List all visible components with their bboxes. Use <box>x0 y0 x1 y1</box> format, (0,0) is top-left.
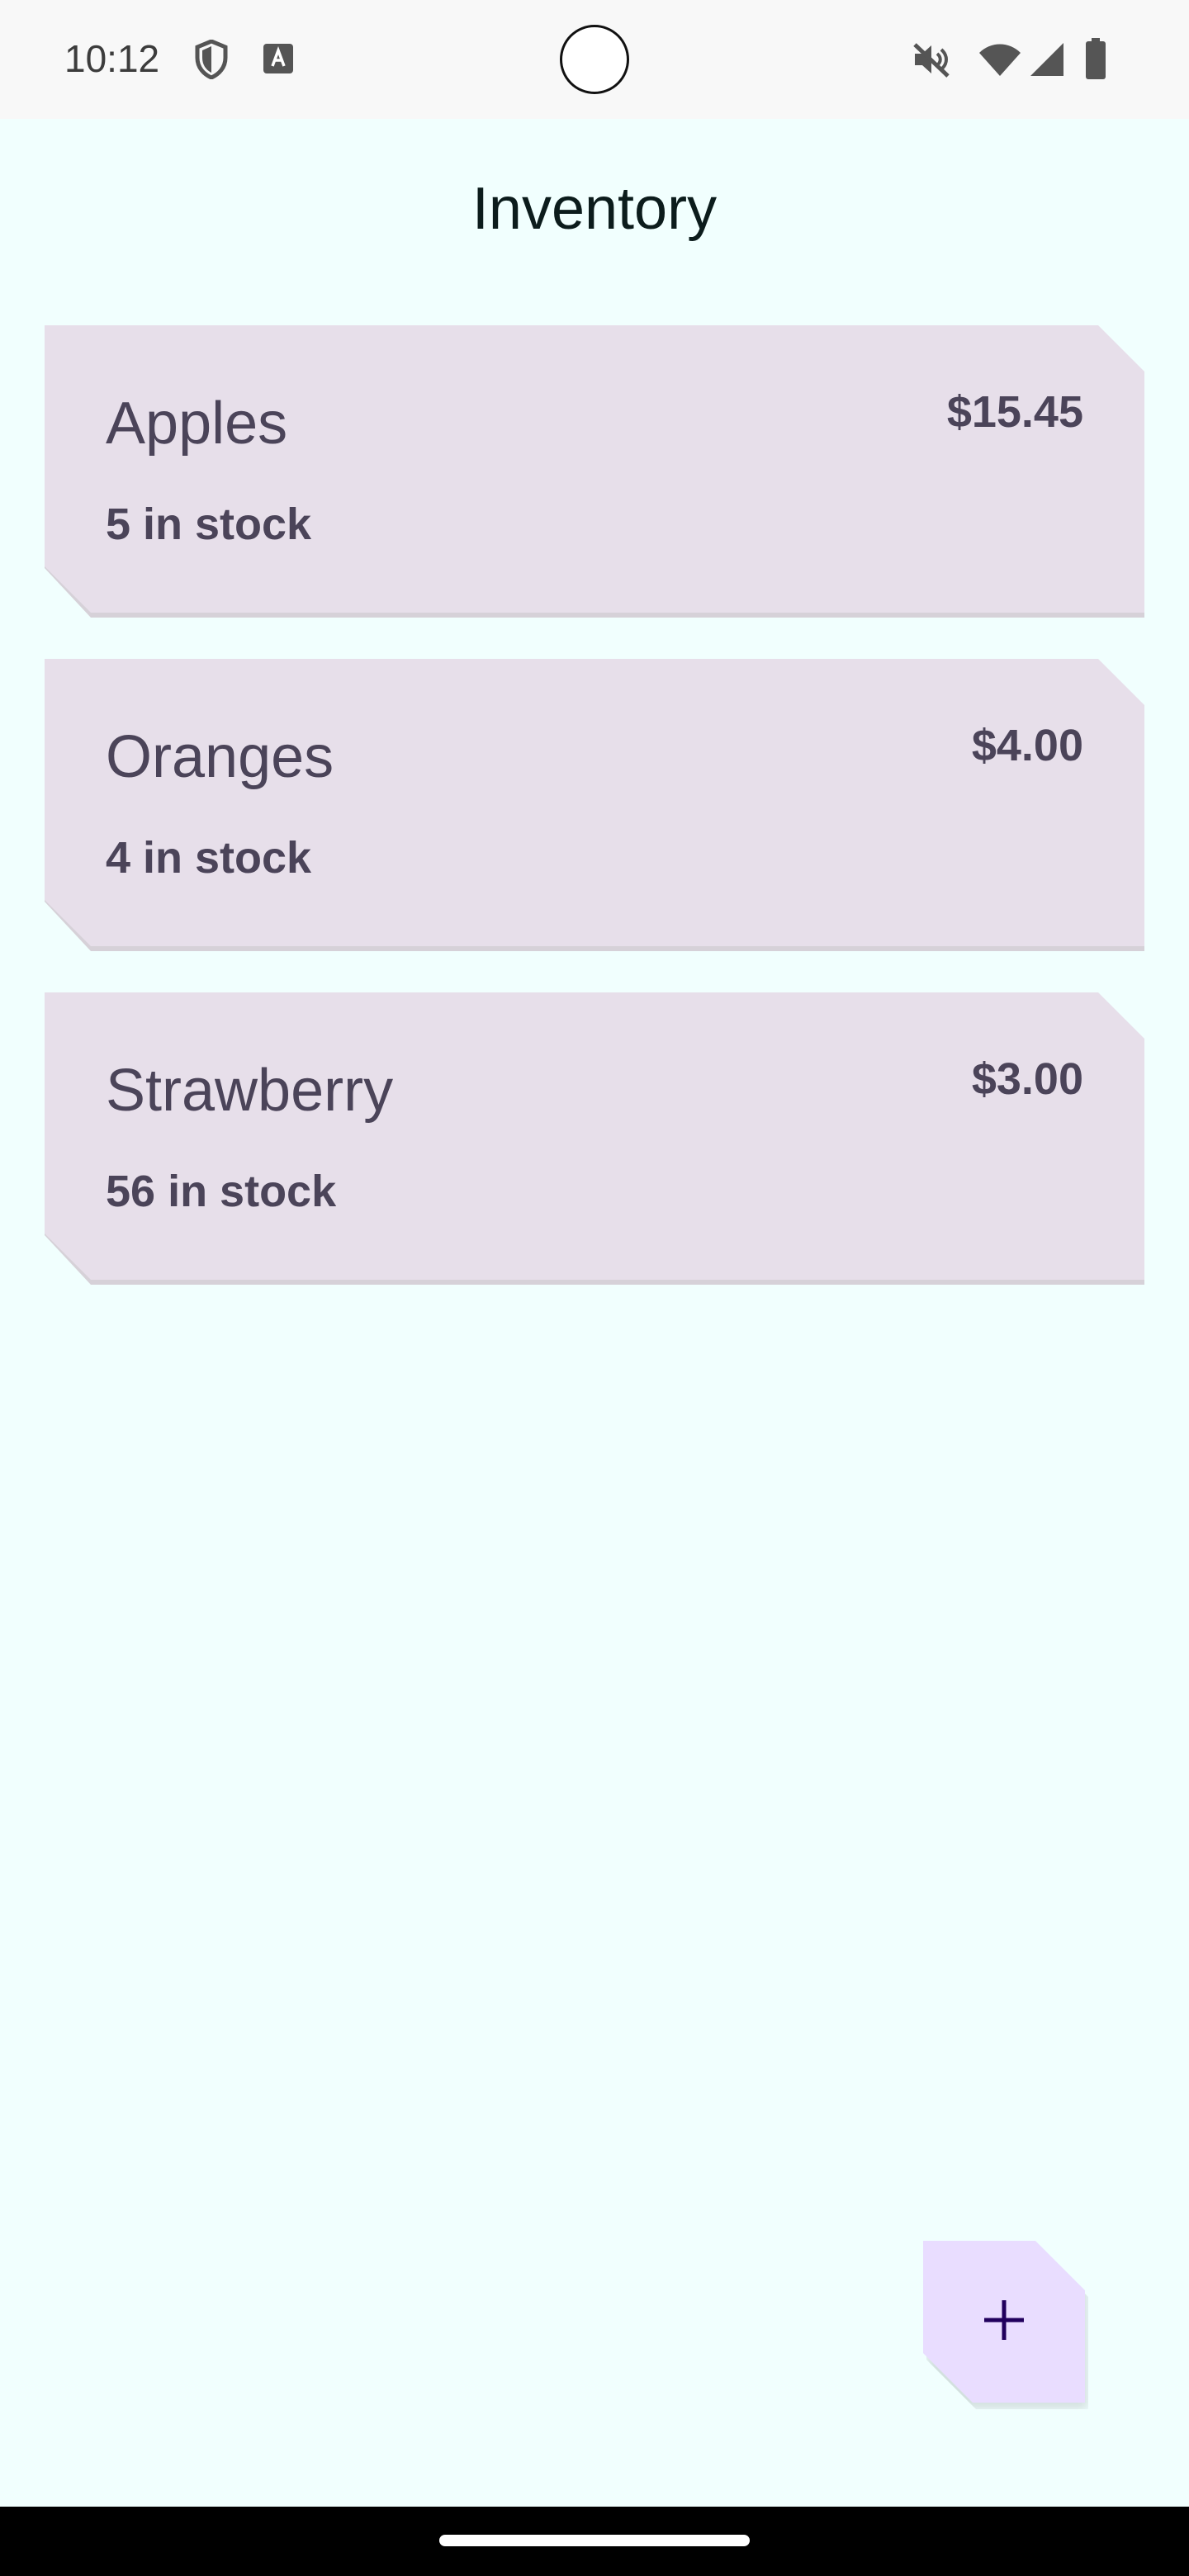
camera-cutout <box>560 25 629 94</box>
plus-icon <box>981 2297 1027 2347</box>
mute-icon <box>912 41 951 82</box>
item-price: $4.00 <box>971 721 1083 770</box>
item-stock: 56 in stock <box>106 1167 337 1216</box>
app-screen: 10:12 Inventory Apples $15.45 5 in stock… <box>0 0 1189 2576</box>
item-price: $3.00 <box>971 1054 1083 1104</box>
item-price: $15.45 <box>946 387 1083 437</box>
navigation-bar <box>0 2507 1189 2576</box>
item-name: Oranges <box>106 724 334 790</box>
item-card[interactable]: Apples $15.45 5 in stock <box>45 325 1144 613</box>
text-a-icon <box>263 43 294 78</box>
status-bar: 10:12 <box>0 0 1189 119</box>
item-stock: 5 in stock <box>106 500 312 549</box>
item-card[interactable]: Strawberry $3.00 56 in stock <box>45 992 1144 1280</box>
item-stock: 4 in stock <box>106 833 312 883</box>
signal-icon <box>1029 41 1065 82</box>
item-name: Apples <box>106 391 288 457</box>
page-title: Inventory <box>471 176 718 242</box>
battery-icon <box>1085 38 1106 83</box>
home-gesture-handle[interactable] <box>439 2535 750 2546</box>
item-name: Strawberry <box>106 1058 394 1124</box>
shield-icon <box>195 39 228 83</box>
wifi-icon <box>978 43 1022 82</box>
status-time: 10:12 <box>64 37 160 80</box>
item-card[interactable]: Oranges $4.00 4 in stock <box>45 659 1144 946</box>
